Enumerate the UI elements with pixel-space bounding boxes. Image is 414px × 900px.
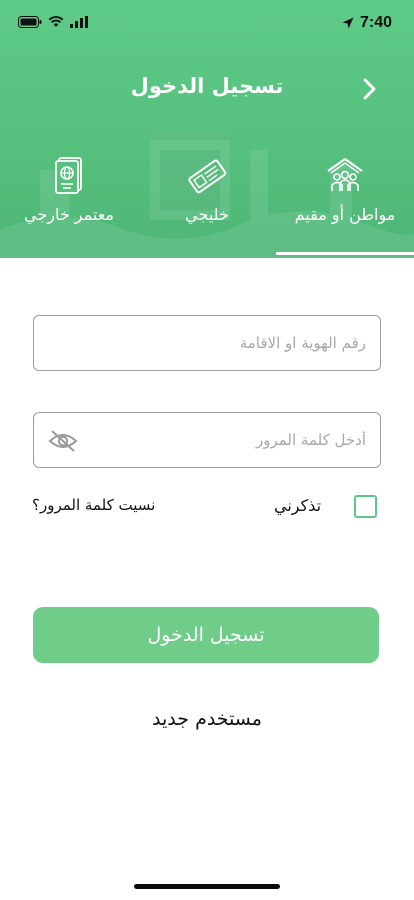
- gulf-id-card-icon: [188, 159, 227, 194]
- remember-me-label: تذكرني: [274, 496, 322, 515]
- wifi-icon: [48, 16, 64, 27]
- login-button[interactable]: تسجيل الدخول: [33, 607, 379, 663]
- tab-label: مواطن أو مقيم: [294, 205, 396, 224]
- page-title: تسجيل الدخول: [130, 74, 284, 98]
- remember-me-checkbox[interactable]: [354, 495, 377, 518]
- status-time: 7:40: [359, 14, 392, 31]
- tab-foreign-umrah[interactable]: معتمر خارجي: [0, 150, 138, 258]
- login-button-label: تسجيل الدخول: [147, 624, 265, 646]
- status-bar: 7:40: [0, 0, 414, 44]
- location-arrow-icon: [342, 17, 354, 29]
- tab-label: خليجي: [185, 205, 229, 224]
- tab-gulf[interactable]: خليجي: [138, 150, 276, 258]
- eye-off-icon[interactable]: [48, 428, 78, 454]
- password-field: [33, 412, 381, 468]
- tab-citizen-resident[interactable]: مواطن أو مقيم: [276, 150, 414, 258]
- family-home-icon: [327, 158, 363, 191]
- id-number-field: [33, 315, 381, 371]
- status-right-group: 7:40: [342, 14, 392, 32]
- signal-icon: [70, 16, 88, 28]
- status-left-group: [18, 16, 88, 28]
- active-tab-indicator: [276, 252, 414, 255]
- back-button[interactable]: [356, 74, 384, 104]
- password-input[interactable]: [94, 413, 366, 467]
- remember-row: تذكرني نسيت كلمة المرور؟: [20, 492, 396, 524]
- header: 7:40 تسجيل الدخول مواطن أو مقيم خليجي مع…: [0, 0, 414, 258]
- home-indicator: [134, 884, 280, 889]
- forgot-password-link[interactable]: نسيت كلمة المرور؟: [32, 496, 155, 514]
- id-number-input[interactable]: [48, 316, 366, 370]
- chevron-right-icon: [363, 78, 376, 100]
- new-user-link[interactable]: مستخدم جديد: [0, 708, 414, 730]
- battery-icon: [18, 16, 42, 28]
- passport-icon: [55, 157, 82, 194]
- tab-label: معتمر خارجي: [24, 205, 114, 224]
- title-bar: تسجيل الدخول: [0, 64, 414, 114]
